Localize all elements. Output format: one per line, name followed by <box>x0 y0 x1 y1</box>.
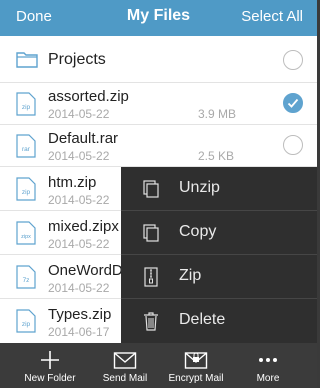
menu-item-delete[interactable]: Delete <box>121 299 317 343</box>
menu-item-label: Copy <box>179 223 217 240</box>
svg-text:zipx: zipx <box>21 234 31 240</box>
file-date: 2014-05-22 <box>48 149 110 163</box>
nav-bar: Done My Files Select All <box>0 0 317 36</box>
zip-file-icon: zip <box>16 309 36 333</box>
menu-item-zip[interactable]: Zip <box>121 255 317 299</box>
plus-icon <box>41 351 59 369</box>
more-icon <box>259 358 277 362</box>
mail-icon <box>113 352 137 369</box>
file-size: 3.9 MB <box>198 107 237 121</box>
menu-item-copy[interactable]: Copy <box>121 211 317 255</box>
copy-icon <box>143 224 159 242</box>
menu-item-label: Delete <box>179 311 226 328</box>
svg-text:zip: zip <box>22 104 31 111</box>
send-mail-button[interactable]: Send Mail <box>90 343 160 388</box>
file-name: Default.rar <box>48 130 119 147</box>
menu-item-unzip[interactable]: Unzip <box>121 167 317 211</box>
svg-text:zip: zip <box>22 321 31 328</box>
zip-file-icon <box>144 267 158 287</box>
file-name: assorted.zip <box>48 88 129 105</box>
zip-file-icon: zip <box>16 177 36 201</box>
svg-text:zip: zip <box>22 189 31 196</box>
new-folder-button[interactable]: New Folder <box>14 343 86 388</box>
file-size: 2.5 KB <box>198 149 235 163</box>
file-date: 2014-05-22 <box>48 281 110 295</box>
toolbar-label: More <box>256 373 280 384</box>
encrypt-mail-button[interactable]: Encrypt Mail <box>160 343 232 388</box>
7z-file-icon: 7z <box>16 265 36 289</box>
file-date: 2014-06-17 <box>48 325 110 339</box>
file-name: Types.zip <box>48 306 112 323</box>
file-date: 2014-05-22 <box>48 193 110 207</box>
file-date: 2014-05-22 <box>48 107 110 121</box>
encrypt-mail-icon <box>184 352 208 369</box>
file-name: Projects <box>48 51 106 68</box>
context-menu: Unzip Copy Zip Delete <box>121 167 317 343</box>
select-checkbox[interactable] <box>283 93 303 113</box>
bottom-toolbar: New Folder Send Mail Encrypt Mail More <box>0 343 317 388</box>
file-name: htm.zip <box>48 174 97 191</box>
select-all-button[interactable]: Select All <box>241 8 303 25</box>
menu-item-label: Zip <box>179 267 202 284</box>
file-name: mixed.zipx <box>48 218 119 235</box>
zipx-file-icon: zipx <box>16 221 36 245</box>
rar-file-icon: rar <box>16 134 36 158</box>
file-manager-screen: Done My Files Select All Projects zip as… <box>0 0 317 388</box>
list-item[interactable]: Projects <box>0 38 317 83</box>
trash-icon <box>144 312 158 331</box>
folder-icon <box>16 52 38 68</box>
list-item[interactable]: rar Default.rar 2014-05-22 2.5 KB <box>0 124 317 167</box>
list-item[interactable]: zip assorted.zip 2014-05-22 3.9 MB <box>0 82 317 125</box>
select-checkbox[interactable] <box>283 50 303 70</box>
select-checkbox[interactable] <box>283 135 303 155</box>
menu-item-label: Unzip <box>179 179 220 196</box>
svg-text:7z: 7z <box>23 277 30 284</box>
toolbar-label: New Folder <box>24 373 76 384</box>
file-date: 2014-05-22 <box>48 237 110 251</box>
toolbar-label: Send Mail <box>102 373 148 384</box>
zip-file-icon: zip <box>16 92 36 116</box>
svg-text:rar: rar <box>22 146 31 153</box>
file-name: OneWordD <box>48 262 123 279</box>
checkmark-icon <box>287 98 299 108</box>
more-button[interactable]: More <box>238 343 298 388</box>
toolbar-label: Encrypt Mail <box>168 373 224 384</box>
copy-icon <box>143 180 159 198</box>
